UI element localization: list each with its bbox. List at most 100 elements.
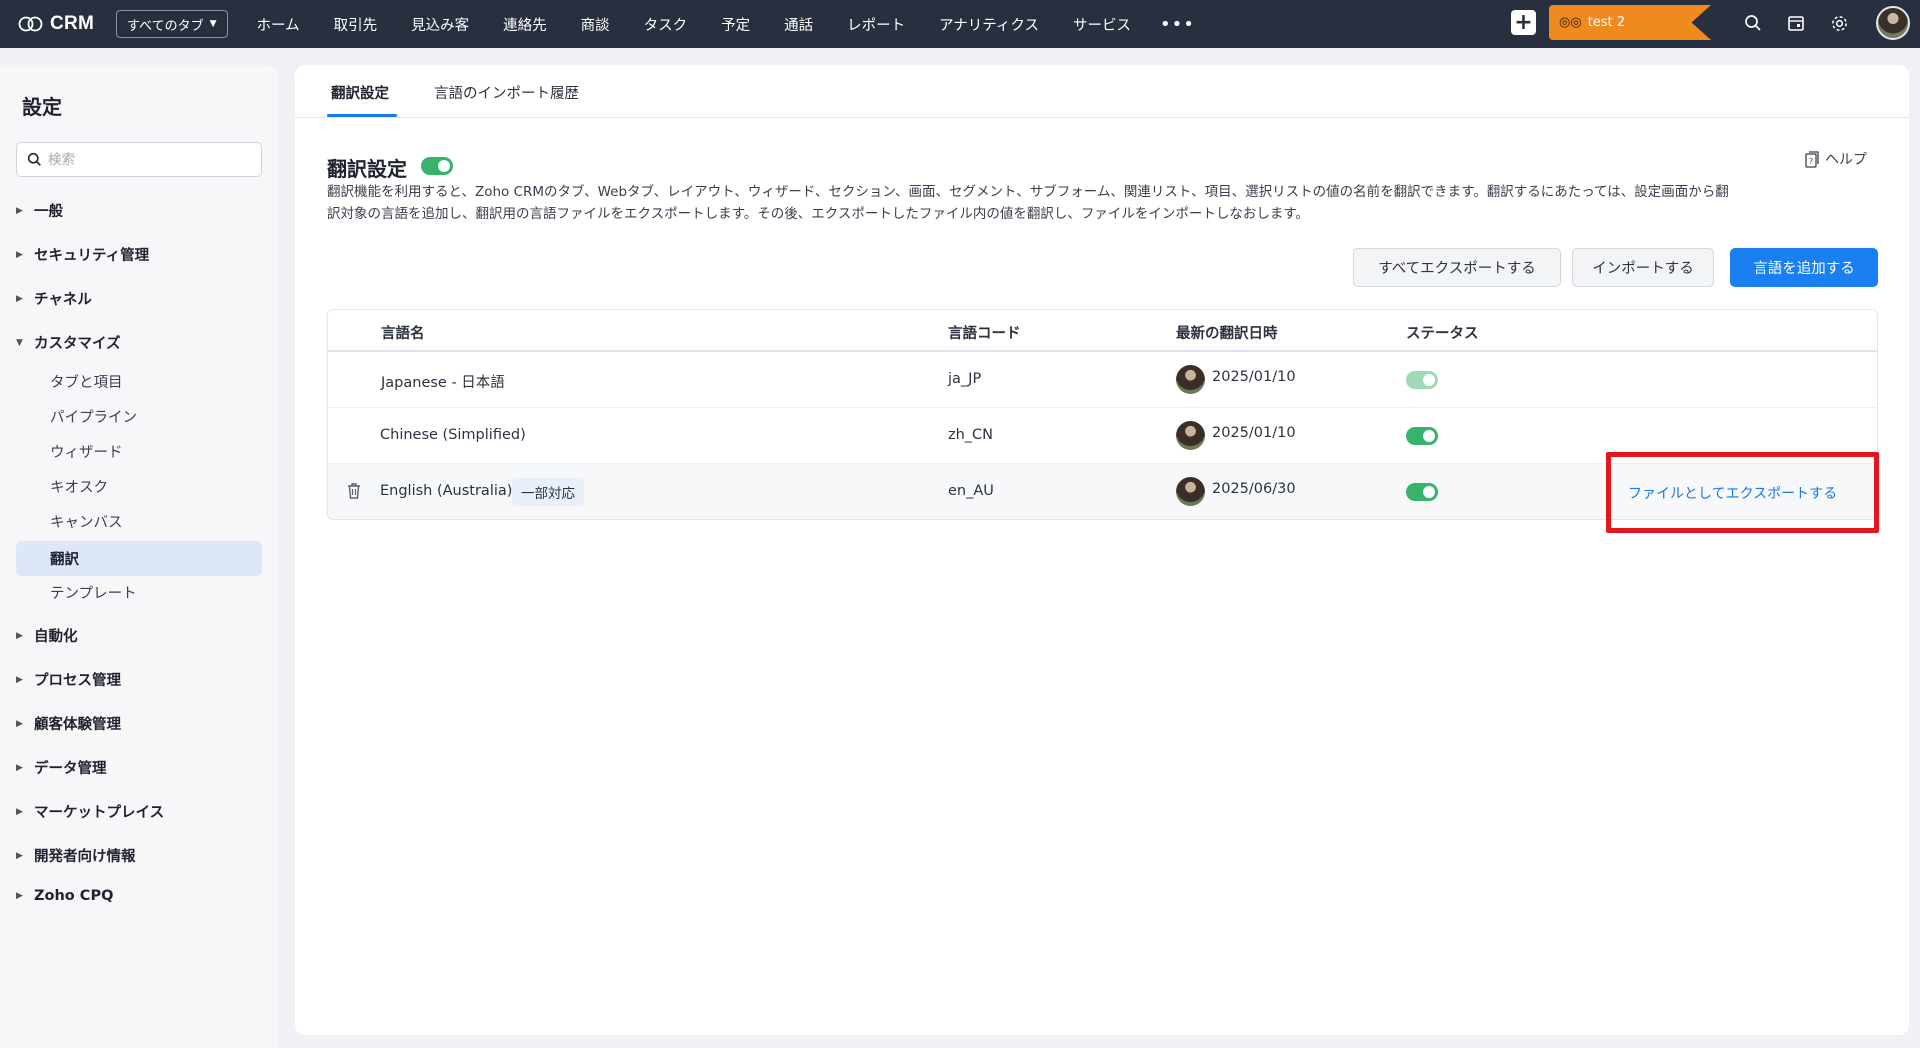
translator-avatar — [1176, 477, 1205, 506]
help-doc-icon: ? — [1805, 150, 1819, 168]
language-code: zh_CN — [948, 427, 994, 443]
sidebar-item-translation[interactable]: 翻訳 — [16, 541, 262, 576]
nav-analytics[interactable]: アナリティクス — [922, 14, 1056, 35]
column-language-name: 言語名 — [381, 326, 425, 342]
settings-search[interactable] — [16, 142, 262, 177]
chevron-down-icon: ▼ — [209, 19, 217, 29]
settings-title: 設定 — [22, 95, 62, 119]
logo-text: CRM — [50, 13, 95, 34]
last-translated-date: 2025/01/10 — [1212, 369, 1296, 385]
page-title: 翻訳設定 — [327, 157, 407, 181]
table-row[interactable]: Japanese - 日本語 ja_JP 2025/01/10 — [328, 352, 1877, 408]
sidebar-group-label: 自動化 — [34, 629, 78, 645]
calendar-icon[interactable] — [1784, 11, 1808, 35]
sidebar-group-cpq[interactable]: ▶ Zoho CPQ — [16, 888, 113, 904]
sidebar-group-process[interactable]: ▶ プロセス管理 — [16, 669, 121, 690]
language-name: Chinese (Simplified) — [380, 427, 526, 443]
caret-right-icon: ▶ — [16, 762, 23, 773]
sidebar-group-data[interactable]: ▶ データ管理 — [16, 757, 107, 778]
column-status: ステータス — [1406, 326, 1479, 342]
user-avatar[interactable] — [1876, 6, 1910, 40]
nav-calls[interactable]: 通話 — [767, 14, 830, 35]
nav-accounts[interactable]: 取引先 — [317, 14, 395, 35]
trash-icon[interactable] — [346, 482, 362, 500]
translator-avatar — [1176, 365, 1205, 394]
sidebar-group-label: Zoho CPQ — [34, 888, 114, 904]
plus-icon: + — [1514, 9, 1533, 35]
description-line-2: 訳対象の言語を追加し、翻訳用の言語ファイルをエクスポートします。その後、エクスポ… — [327, 206, 1309, 222]
nav-events[interactable]: 予定 — [704, 14, 767, 35]
org-icon: ◎◎ — [1559, 15, 1582, 30]
all-tabs-dropdown[interactable]: すべてのタブ ▼ — [116, 10, 228, 38]
table-row[interactable]: English (Australia) 一部対応 en_AU 2025/06/3… — [328, 464, 1877, 519]
gear-icon[interactable] — [1827, 11, 1851, 35]
language-code: ja_JP — [948, 371, 982, 387]
sidebar-item-tabs-fields[interactable]: タブと項目 — [16, 364, 262, 399]
table-row[interactable]: Chinese (Simplified) zh_CN 2025/01/10 — [328, 408, 1877, 464]
language-name: English (Australia) — [380, 483, 513, 499]
tab-import-history[interactable]: 言語のインポート履歴 — [434, 82, 579, 103]
nav-deals[interactable]: 商談 — [564, 14, 627, 35]
sidebar-group-label: チャネル — [34, 292, 92, 308]
feature-description: 翻訳機能を利用すると、Zoho CRMのタブ、Webタブ、レイアウト、ウィザード… — [327, 181, 1877, 225]
sidebar-group-customize[interactable]: ▼ カスタマイズ — [16, 332, 121, 353]
caret-right-icon: ▶ — [16, 630, 23, 641]
sidebar-item-kiosk[interactable]: キオスク — [16, 469, 262, 504]
sidebar-group-automation[interactable]: ▶ 自動化 — [16, 625, 78, 646]
sidebar-group-label: 顧客体験管理 — [34, 717, 121, 733]
last-translated-date: 2025/06/30 — [1212, 481, 1296, 497]
svg-text:?: ? — [1809, 157, 1813, 166]
tab-translation-settings[interactable]: 翻訳設定 — [331, 82, 389, 103]
language-code: en_AU — [948, 483, 994, 499]
nav-reports[interactable]: レポート — [830, 14, 922, 35]
sidebar-group-general[interactable]: ▶ 一般 — [16, 200, 63, 221]
caret-right-icon: ▶ — [16, 674, 23, 685]
help-label: ヘルプ — [1825, 152, 1867, 168]
status-toggle[interactable] — [1406, 483, 1438, 501]
column-last-translated: 最新の翻訳日時 — [1176, 326, 1278, 342]
active-tab-indicator — [327, 114, 397, 117]
sidebar-group-security[interactable]: ▶ セキュリティ管理 — [16, 244, 149, 265]
sidebar-group-cx[interactable]: ▶ 顧客体験管理 — [16, 713, 121, 734]
caret-right-icon: ▶ — [16, 850, 23, 861]
sidebar-group-channels[interactable]: ▶ チャネル — [16, 288, 92, 309]
settings-search-input[interactable] — [48, 151, 248, 168]
export-all-button[interactable]: すべてエクスポートする — [1353, 248, 1561, 287]
import-button[interactable]: インポートする — [1572, 248, 1714, 287]
status-toggle[interactable] — [1406, 427, 1438, 445]
org-switcher[interactable]: ◎◎ test 2 — [1549, 5, 1711, 40]
sidebar-item-pipeline[interactable]: パイプライン — [16, 399, 262, 434]
description-line-1: 翻訳機能を利用すると、Zoho CRMのタブ、Webタブ、レイアウト、ウィザード… — [327, 184, 1729, 200]
languages-table: 言語名 言語コード 最新の翻訳日時 ステータス Japanese - 日本語 j… — [327, 309, 1878, 520]
nav-services[interactable]: サービス — [1056, 14, 1148, 35]
help-link[interactable]: ? ヘルプ — [1805, 149, 1867, 169]
export-as-file-link[interactable]: ファイルとしてエクスポートする — [1628, 483, 1837, 503]
sidebar-group-developer[interactable]: ▶ 開発者向け情報 — [16, 845, 136, 866]
language-name: Japanese - 日本語 — [381, 375, 505, 391]
translation-settings-panel: 翻訳設定 言語のインポート履歴 翻訳設定 ? ヘルプ 翻訳機能を利用すると、Zo… — [295, 65, 1909, 1035]
create-new-button[interactable]: + — [1511, 10, 1536, 35]
sidebar-item-wizard[interactable]: ウィザード — [16, 434, 262, 469]
status-toggle — [1406, 371, 1438, 389]
sidebar-group-label: 開発者向け情報 — [34, 849, 136, 865]
more-modules-button[interactable]: ••• — [1148, 14, 1207, 35]
table-header: 言語名 言語コード 最新の翻訳日時 ステータス — [328, 310, 1877, 352]
add-language-button[interactable]: 言語を追加する — [1730, 248, 1878, 287]
sidebar-group-marketplace[interactable]: ▶ マーケットプレイス — [16, 801, 164, 822]
nav-tasks[interactable]: タスク — [627, 14, 705, 35]
caret-right-icon: ▶ — [16, 249, 23, 260]
translation-enable-toggle[interactable] — [421, 157, 453, 175]
caret-right-icon: ▶ — [16, 293, 23, 304]
caret-down-icon: ▼ — [16, 337, 23, 348]
sidebar-group-label: セキュリティ管理 — [34, 248, 150, 264]
crm-logo[interactable]: CRM — [18, 13, 98, 35]
nav-contacts[interactable]: 連絡先 — [486, 14, 564, 35]
sidebar-item-templates[interactable]: テンプレート — [16, 575, 262, 610]
sidebar-item-canvas[interactable]: キャンバス — [16, 504, 262, 539]
partial-support-badge: 一部対応 — [512, 478, 584, 506]
caret-right-icon: ▶ — [16, 718, 23, 729]
nav-home[interactable]: ホーム — [240, 14, 317, 35]
nav-leads[interactable]: 見込み客 — [394, 14, 486, 35]
search-icon[interactable] — [1741, 11, 1765, 35]
module-nav: ホーム 取引先 見込み客 連絡先 商談 タスク 予定 通話 レポート アナリティ… — [240, 14, 1207, 35]
